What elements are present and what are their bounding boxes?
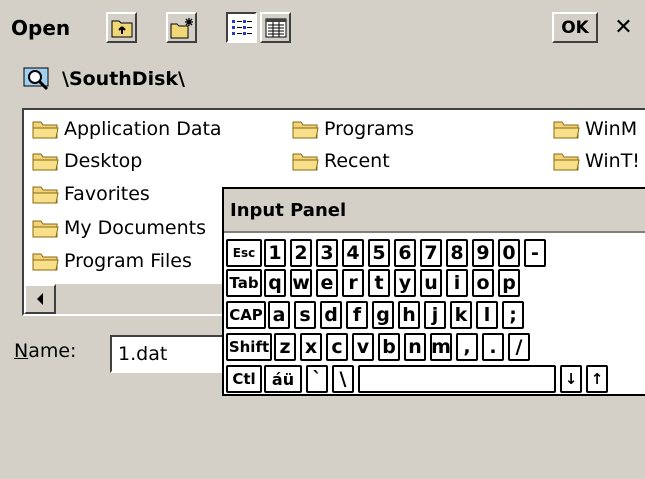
list-item[interactable]: Program Files	[32, 245, 192, 277]
keyboard-key[interactable]: u	[420, 269, 442, 297]
keyboard-key[interactable]: m	[430, 333, 452, 361]
list-item[interactable]: Desktop	[32, 145, 142, 177]
folder-icon	[553, 121, 580, 139]
keyboard-key[interactable]: -	[524, 239, 546, 267]
keyboard-key[interactable]: 8	[446, 239, 468, 267]
keyboard-key[interactable]: e	[316, 269, 338, 297]
keyboard-key[interactable]: x	[300, 333, 322, 361]
input-panel: Input Panel Esc 1 2 3 4 5 6 7 8 9 0- Tab q w e r t y u i o p C…	[222, 187, 645, 396]
keyboard-key[interactable]: ,	[456, 333, 478, 361]
scroll-left-button[interactable]	[24, 284, 56, 314]
keyboard-key[interactable]: t	[368, 269, 390, 297]
keyboard-key[interactable]: j	[424, 301, 446, 329]
new-folder-button[interactable]	[166, 12, 197, 43]
keyboard-key[interactable]: p	[498, 269, 520, 297]
keyboard-key[interactable]: d	[320, 301, 342, 329]
list-item[interactable]: Programs	[292, 113, 414, 145]
details-view-icon	[265, 18, 286, 37]
list-item[interactable]: Recent	[292, 145, 390, 177]
ok-button[interactable]: OK	[552, 12, 598, 43]
folder-icon	[32, 186, 59, 204]
input-panel-title-bar[interactable]: Input Panel	[224, 189, 645, 233]
keyboard-key[interactable]: CAP	[226, 301, 266, 329]
list-item[interactable]: WinT!	[553, 145, 640, 177]
keyboard-key[interactable]: áü	[264, 365, 302, 393]
folder-icon	[32, 220, 59, 238]
magnifier-icon	[22, 66, 52, 96]
keyboard-key[interactable]: 0	[498, 239, 520, 267]
dialog-title: Open	[11, 16, 71, 40]
input-panel-title: Input Panel	[230, 200, 347, 221]
keyboard-key[interactable]: ↓	[560, 365, 582, 393]
keyboard-key[interactable]: i	[446, 269, 468, 297]
keyboard-key[interactable]: `	[306, 365, 328, 393]
keyboard-key[interactable]: v	[352, 333, 374, 361]
keyboard-key[interactable]: n	[404, 333, 426, 361]
keyboard-key[interactable]: 6	[394, 239, 416, 267]
list-item[interactable]: My Documents	[32, 212, 206, 244]
open-dialog: Open OK ✕ \SouthDisk\ Application Data D…	[0, 0, 645, 479]
folder-icon	[292, 153, 319, 171]
up-folder-button[interactable]	[106, 12, 137, 43]
keyboard-key[interactable]: 4	[342, 239, 364, 267]
details-view-button[interactable]	[260, 12, 291, 43]
keyboard-key[interactable]: .	[482, 333, 504, 361]
folder-icon	[553, 153, 580, 171]
new-folder-icon	[170, 17, 193, 38]
keyboard-key[interactable]: 9	[472, 239, 494, 267]
list-item[interactable]: Application Data	[32, 113, 222, 145]
keyboard-key[interactable]: a	[268, 301, 290, 329]
list-view-icon	[231, 19, 252, 35]
keyboard-key[interactable]: o	[472, 269, 494, 297]
keyboard-key[interactable]: 2	[290, 239, 312, 267]
keyboard-key[interactable]: r	[342, 269, 364, 297]
keyboard-key[interactable]: 7	[420, 239, 442, 267]
list-item[interactable]: WinM	[553, 113, 637, 145]
keyboard-key[interactable]: 5	[368, 239, 390, 267]
keyboard-key[interactable]: w	[290, 269, 312, 297]
folder-icon	[32, 153, 59, 171]
list-item[interactable]: Favorites	[32, 178, 150, 210]
keyboard-key[interactable]: q	[264, 269, 286, 297]
keyboard-key[interactable]: 3	[316, 239, 338, 267]
keyboard-key[interactable]: h	[398, 301, 420, 329]
keyboard-key[interactable]: Ctl	[226, 365, 262, 393]
keyboard-key[interactable]: Esc	[226, 239, 262, 267]
folder-icon	[32, 121, 59, 139]
close-button[interactable]: ✕	[608, 12, 639, 43]
space-key[interactable]	[358, 365, 556, 393]
arrow-left-icon	[37, 293, 43, 305]
keyboard-key[interactable]: /	[508, 333, 530, 361]
keyboard-key[interactable]: b	[378, 333, 400, 361]
keyboard-key[interactable]: 1	[264, 239, 286, 267]
current-path: \SouthDisk\	[62, 68, 185, 90]
title-bar: Open OK ✕	[0, 0, 645, 55]
name-label: Name:	[14, 340, 77, 362]
folder-icon	[292, 121, 319, 139]
keyboard-key[interactable]: l	[476, 301, 498, 329]
keyboard-key[interactable]: y	[394, 269, 416, 297]
keyboard-key[interactable]: \	[332, 365, 354, 393]
keyboard-key[interactable]: k	[450, 301, 472, 329]
keyboard-key[interactable]: s	[294, 301, 316, 329]
list-view-button[interactable]	[226, 12, 257, 43]
keyboard-key[interactable]: ↑	[586, 365, 608, 393]
keyboard-key[interactable]: Tab	[226, 269, 262, 297]
folder-icon	[32, 253, 59, 271]
keyboard-key[interactable]: c	[326, 333, 348, 361]
keyboard-key[interactable]: z	[274, 333, 296, 361]
keyboard-key[interactable]: ;	[502, 301, 524, 329]
keyboard-key[interactable]: f	[346, 301, 368, 329]
keyboard-key[interactable]: Shift	[226, 333, 272, 361]
keyboard-key[interactable]: g	[372, 301, 394, 329]
up-folder-icon	[111, 20, 132, 37]
